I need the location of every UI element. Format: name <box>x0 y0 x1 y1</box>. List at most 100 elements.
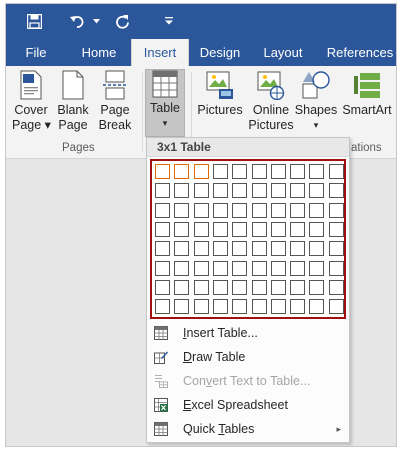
table-grid-cell[interactable] <box>155 202 170 218</box>
table-grid-cell[interactable] <box>309 241 325 257</box>
table-grid-cell[interactable] <box>193 164 209 179</box>
table-grid-cell[interactable] <box>270 241 286 257</box>
table-grid-cell[interactable] <box>212 221 228 237</box>
table-grid-cell[interactable] <box>212 183 228 199</box>
smartart-button[interactable]: SmartArt <box>340 70 394 118</box>
table-grid-cell[interactable] <box>309 202 325 218</box>
table-grid-cell[interactable] <box>193 202 209 218</box>
tab-file[interactable]: File <box>16 39 56 66</box>
table-grid-cell[interactable] <box>155 241 170 257</box>
table-grid-cell[interactable] <box>328 183 344 199</box>
table-grid-cell[interactable] <box>251 164 267 179</box>
table-grid-cell[interactable] <box>193 299 209 315</box>
table-grid-cell[interactable] <box>328 221 344 237</box>
table-grid-cell[interactable] <box>155 183 170 199</box>
table-grid-cell[interactable] <box>328 299 344 315</box>
table-grid-cell[interactable] <box>193 183 209 199</box>
table-grid-cell[interactable] <box>193 221 209 237</box>
table-grid-cell[interactable] <box>290 221 306 237</box>
table-grid-cell[interactable] <box>232 279 248 295</box>
table-grid-cell[interactable] <box>232 221 248 237</box>
online-pictures-button[interactable]: Online Pictures <box>246 70 296 133</box>
table-grid-cell[interactable] <box>328 279 344 295</box>
table-grid-cell[interactable] <box>193 260 209 276</box>
tab-home[interactable]: Home <box>72 39 126 66</box>
table-grid-cell[interactable] <box>174 279 190 295</box>
table-grid-cell[interactable] <box>309 221 325 237</box>
table-grid-cell[interactable] <box>251 241 267 257</box>
table-grid-cell[interactable] <box>270 164 286 179</box>
tab-insert[interactable]: Insert <box>131 39 189 67</box>
table-grid-picker[interactable] <box>150 159 346 319</box>
table-grid-cell[interactable] <box>232 241 248 257</box>
draw-table-item[interactable]: Draw Table <box>147 345 349 369</box>
tab-references[interactable]: References <box>321 39 396 66</box>
table-grid-cell[interactable] <box>174 183 190 199</box>
table-grid-cell[interactable] <box>212 299 228 315</box>
table-grid-cell[interactable] <box>328 241 344 257</box>
table-grid-cell[interactable] <box>270 279 286 295</box>
blank-page-button[interactable]: Blank Page <box>54 70 92 133</box>
table-grid-cell[interactable] <box>232 164 248 179</box>
table-grid-cell[interactable] <box>174 164 190 179</box>
tab-design[interactable]: Design <box>194 39 246 66</box>
page-break-button[interactable]: Page Break <box>96 70 134 133</box>
table-grid-cell[interactable] <box>290 183 306 199</box>
table-grid-cell[interactable] <box>270 202 286 218</box>
table-grid-cell[interactable] <box>232 260 248 276</box>
table-grid-cell[interactable] <box>309 183 325 199</box>
table-grid-cell[interactable] <box>270 260 286 276</box>
table-grid-cell[interactable] <box>155 299 170 315</box>
table-grid-cell[interactable] <box>251 202 267 218</box>
table-grid-cell[interactable] <box>174 202 190 218</box>
table-grid-cell[interactable] <box>290 241 306 257</box>
table-grid-cell[interactable] <box>193 279 209 295</box>
table-grid-cell[interactable] <box>309 260 325 276</box>
table-grid-cell[interactable] <box>328 202 344 218</box>
table-grid-cell[interactable] <box>290 202 306 218</box>
table-grid-cell[interactable] <box>270 183 286 199</box>
table-grid-cell[interactable] <box>251 279 267 295</box>
table-grid-cell[interactable] <box>309 299 325 315</box>
table-grid-cell[interactable] <box>251 183 267 199</box>
table-grid-cell[interactable] <box>270 221 286 237</box>
table-grid-cell[interactable] <box>155 279 170 295</box>
table-grid-cell[interactable] <box>232 183 248 199</box>
excel-spreadsheet-item[interactable]: Excel Spreadsheet <box>147 393 349 417</box>
table-grid-cell[interactable] <box>174 221 190 237</box>
table-grid-cell[interactable] <box>212 241 228 257</box>
table-grid-cell[interactable] <box>155 164 170 179</box>
insert-table-item[interactable]: Insert Table... <box>147 321 349 345</box>
cover-page-button[interactable]: Cover Page ▾ <box>12 70 51 133</box>
table-grid-cell[interactable] <box>328 260 344 276</box>
table-grid-cell[interactable] <box>212 164 228 179</box>
table-grid-cell[interactable] <box>290 299 306 315</box>
table-grid-cell[interactable] <box>309 279 325 295</box>
table-grid-cell[interactable] <box>212 279 228 295</box>
table-grid-cell[interactable] <box>309 164 325 179</box>
undo-dropdown[interactable] <box>90 9 102 33</box>
customize-qat-button[interactable] <box>162 9 176 33</box>
table-grid-cell[interactable] <box>251 260 267 276</box>
table-grid-cell[interactable] <box>270 299 286 315</box>
table-grid-cell[interactable] <box>251 299 267 315</box>
quick-tables-item[interactable]: Quick Tables ▸ <box>147 417 349 441</box>
table-grid-cell[interactable] <box>328 164 344 179</box>
pictures-button[interactable]: Pictures <box>196 70 244 118</box>
table-grid-cell[interactable] <box>290 164 306 179</box>
table-grid-cell[interactable] <box>232 202 248 218</box>
table-grid-cell[interactable] <box>290 279 306 295</box>
table-grid-cell[interactable] <box>212 202 228 218</box>
table-grid-cell[interactable] <box>174 299 190 315</box>
table-button[interactable]: Table ▾ <box>146 70 184 131</box>
table-grid-cell[interactable] <box>155 260 170 276</box>
table-grid-cell[interactable] <box>174 241 190 257</box>
table-grid-cell[interactable] <box>290 260 306 276</box>
table-grid-cell[interactable] <box>232 299 248 315</box>
table-grid-cell[interactable] <box>174 260 190 276</box>
shapes-button[interactable]: Shapes ▾ <box>294 70 338 133</box>
tab-layout[interactable]: Layout <box>257 39 309 66</box>
table-grid-cell[interactable] <box>251 221 267 237</box>
table-grid-cell[interactable] <box>193 241 209 257</box>
redo-button[interactable] <box>112 9 132 33</box>
